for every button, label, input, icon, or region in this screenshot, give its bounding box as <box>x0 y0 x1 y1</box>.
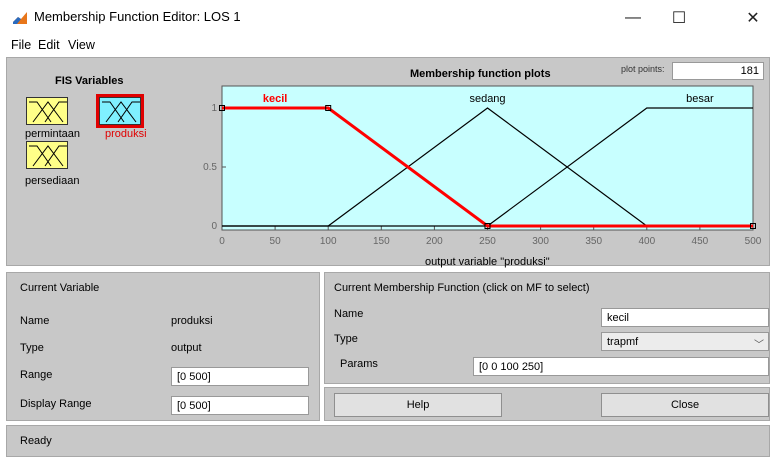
variable-produksi-label: produksi <box>105 128 147 140</box>
y-tick-label: 1 <box>211 103 217 114</box>
x-tick-label: 200 <box>426 236 443 247</box>
x-tick-label: 0 <box>219 236 225 247</box>
range-label: Range <box>20 369 53 381</box>
x-tick-label: 350 <box>585 236 602 247</box>
minimize-button[interactable]: — <box>610 0 656 36</box>
fis-variables-title: FIS Variables <box>55 75 124 87</box>
mf-type-select[interactable]: trapmf ﹀ <box>601 332 769 351</box>
params-input[interactable]: [0 0 100 250] <box>473 357 769 376</box>
display-range-label: Display Range <box>20 398 92 410</box>
mf-name-label: Name <box>334 308 364 320</box>
status-text: Ready <box>20 435 52 447</box>
x-tick-label: 50 <box>270 236 282 247</box>
display-range-input[interactable]: [0 500] <box>171 396 309 415</box>
maximize-button[interactable]: ☐ <box>656 0 702 36</box>
variable-permintaan-icon[interactable] <box>26 97 68 125</box>
x-tick-label: 400 <box>638 236 655 247</box>
x-tick-label: 250 <box>479 236 496 247</box>
var-name-value: produksi <box>171 315 213 327</box>
variable-permintaan-label: permintaan <box>25 128 81 140</box>
close-button[interactable]: Close <box>601 393 769 417</box>
menu-view[interactable]: View <box>68 38 95 52</box>
membership-function-plot[interactable]: 0 50 100 150 200 250 300 350 400 450 500 0 0.5 1 sedan… <box>190 82 770 258</box>
mf-label-kecil: kecil <box>263 93 287 105</box>
y-tick-label: 0 <box>211 221 217 232</box>
mf-label-besar: besar <box>686 93 714 105</box>
x-tick-label: 450 <box>692 236 709 247</box>
variable-persediaan-icon[interactable] <box>26 141 68 169</box>
chevron-down-icon: ﹀ <box>754 340 764 351</box>
x-tick-label: 300 <box>532 236 549 247</box>
var-type-label: Type <box>20 342 44 354</box>
x-tick-label: 150 <box>373 236 390 247</box>
mf-type-label: Type <box>334 333 358 345</box>
mf-triangles-icon <box>102 101 140 123</box>
params-label: Params <box>340 358 378 370</box>
x-axis-title: output variable "produksi" <box>425 256 550 268</box>
menu-edit[interactable]: Edit <box>38 38 60 52</box>
plot-title: Membership function plots <box>410 68 551 80</box>
current-mf-header: Current Membership Function (click on MF… <box>334 282 590 294</box>
mf-triangles-icon <box>29 101 67 123</box>
y-tick-label: 0.5 <box>203 162 217 173</box>
menu-file[interactable]: File <box>11 38 31 52</box>
mf-label-sedang: sedang <box>469 93 505 105</box>
help-button[interactable]: Help <box>334 393 502 417</box>
mf-type-value: trapmf <box>607 336 639 348</box>
range-input[interactable]: [0 500] <box>171 367 309 386</box>
status-panel <box>6 425 770 457</box>
variable-persediaan-label: persediaan <box>25 175 80 187</box>
title-bar: Membership Function Editor: LOS 1 — ☐ ✕ <box>0 0 776 36</box>
var-type-value: output <box>171 342 202 354</box>
close-window-button[interactable]: ✕ <box>730 0 776 36</box>
plot-points-label: plot points: <box>621 64 665 74</box>
variable-produksi-icon[interactable] <box>96 94 144 128</box>
x-tick-label: 500 <box>745 236 762 247</box>
current-variable-header: Current Variable <box>20 282 100 294</box>
mf-triangles-icon <box>29 145 67 167</box>
mf-name-input[interactable]: kecil <box>601 308 769 327</box>
window-title: Membership Function Editor: LOS 1 <box>34 9 241 24</box>
x-tick-label: 100 <box>320 236 337 247</box>
menu-bar: File Edit View <box>0 36 776 56</box>
plot-points-input[interactable]: 181 <box>672 62 764 80</box>
var-name-label: Name <box>20 315 50 327</box>
matlab-app-icon <box>12 10 28 26</box>
